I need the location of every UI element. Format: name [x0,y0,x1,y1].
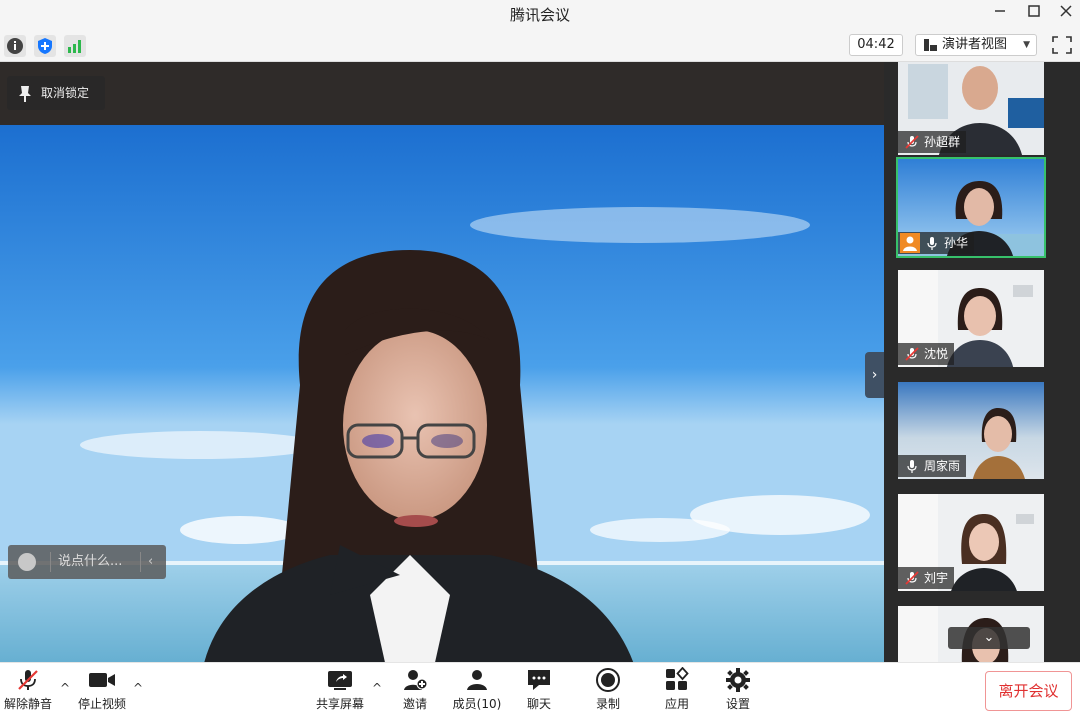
close-icon [1060,5,1072,17]
participant-label: 孙华 [898,232,975,254]
maximize-icon [1028,5,1040,17]
host-icon [900,233,920,253]
mic-on-icon [907,460,917,473]
stop-video-button[interactable]: 停止视频 [72,667,132,713]
participant-label: 周家雨 [898,455,967,477]
members-button[interactable]: 成员(10) [447,667,507,713]
participant-tile[interactable]: 孙华 [896,157,1046,258]
emoji-icon[interactable] [18,553,36,571]
view-mode-select[interactable]: 演讲者视图 ▼ [915,34,1037,56]
share-screen-button[interactable]: 共享屏幕 [310,667,370,713]
invite-button[interactable]: 邀请 [385,667,445,713]
main-video-area: 取消锁定 说点什么... ‹ › [0,62,884,662]
shield-icon[interactable] [34,35,56,57]
share-screen-icon [328,671,352,690]
top-toolbar: 04:42 演讲者视图 ▼ [0,28,1080,62]
unpin-button[interactable]: 取消锁定 [7,76,105,110]
mic-muted-icon [905,135,919,149]
meeting-timer: 04:42 [849,34,903,56]
gear-icon [726,668,750,692]
video-options-caret[interactable]: ^ [133,681,147,695]
share-options-caret[interactable]: ^ [372,681,386,695]
speaker-view-icon [924,39,937,51]
chat-icon [528,670,550,690]
speaker-video [0,125,884,662]
mic-on-icon [927,237,937,250]
apps-button[interactable]: 应用 [647,667,707,713]
mic-muted-icon [905,347,919,361]
chevron-left-icon[interactable]: ‹ [148,545,153,579]
mic-muted-icon [18,670,38,690]
info-icon[interactable] [4,35,26,57]
camera-icon [89,673,115,687]
scroll-down-button[interactable]: ⌄ [948,627,1030,649]
chat-button[interactable]: 聊天 [509,667,569,713]
chevron-down-icon: ⌄ [983,630,995,645]
unmute-button[interactable]: 解除静音 [0,667,58,713]
settings-button[interactable]: 设置 [708,667,768,713]
participant-tile[interactable]: 孙超群 [896,62,1046,157]
apps-icon [666,667,689,690]
leave-meeting-button[interactable]: 离开会议 [985,671,1072,711]
participant-label: 孙超群 [898,131,967,153]
members-icon [467,670,487,690]
participant-label: 刘宇 [898,567,955,589]
collapse-panel-button[interactable]: › [865,352,884,398]
record-icon [596,668,620,692]
view-mode-label: 演讲者视图 [942,37,1008,52]
invite-icon [404,670,428,690]
pin-icon [19,86,31,102]
record-button[interactable]: 录制 [578,667,638,713]
participant-label: 沈悦 [898,343,955,365]
participant-panel: 孙超群 孙华 沈悦 周家雨 刘宇 ⌄ [884,62,1080,662]
participant-tile[interactable]: 周家雨 [896,380,1046,481]
participant-tile[interactable]: 沈悦 [896,268,1046,369]
mic-muted-icon [905,571,919,585]
minimize-button[interactable] [988,2,1012,24]
title-bar: 腾讯会议 [0,0,1080,28]
participant-tile[interactable]: 刘宇 [896,492,1046,593]
chat-input[interactable]: 说点什么... ‹ [8,545,166,579]
unpin-label: 取消锁定 [41,86,90,100]
video-frame [0,125,884,662]
window-title: 腾讯会议 [509,6,570,24]
control-bar: 解除静音 ^ 停止视频 ^ 共享屏幕 ^ 邀请 成员(10) 聊天 录制 应用 … [0,662,1080,714]
maximize-button[interactable] [1022,2,1046,24]
fullscreen-icon[interactable] [1052,36,1072,54]
chat-placeholder: 说点什么... [58,554,123,569]
close-button[interactable] [1054,2,1078,24]
signal-icon[interactable] [64,35,86,57]
minimize-icon [995,10,1005,12]
chevron-down-icon: ▼ [1023,40,1030,50]
chevron-right-icon: › [871,367,878,383]
